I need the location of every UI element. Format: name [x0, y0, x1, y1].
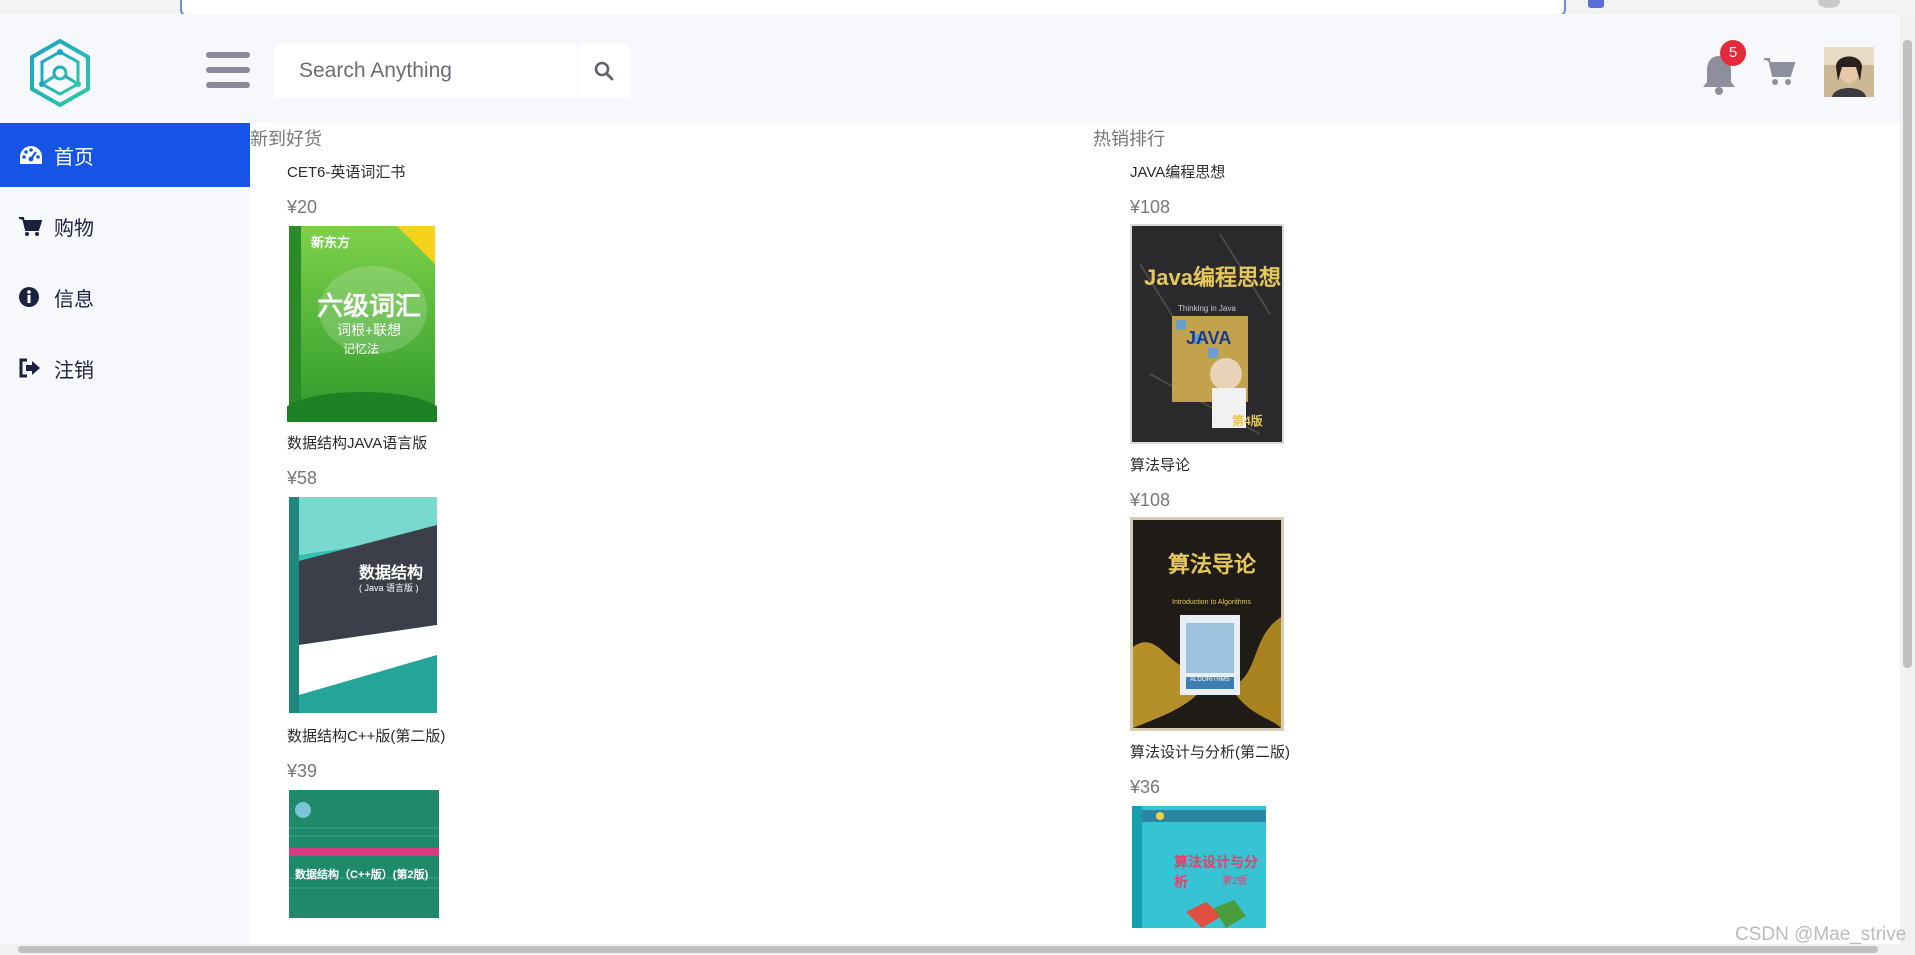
top-header: 5: [0, 14, 1900, 123]
hamburger-bar: [206, 82, 250, 88]
product-card: 算法设计与分析(第二版) ¥36 算法设计与分析 第2版: [1130, 741, 1883, 928]
extension-icon[interactable]: [1588, 0, 1604, 8]
sidebar-item-label: 注销: [54, 359, 94, 382]
cover-subtitle: Thinking in Java: [1178, 304, 1236, 313]
cart-icon: [19, 217, 42, 236]
cover-title: Java编程思想: [1144, 265, 1281, 290]
product-card: 算法导论 ¥108 算法导论 Introduction to Algorithm…: [1130, 454, 1883, 731]
product-name[interactable]: 算法导论: [1130, 454, 1883, 478]
logo-icon[interactable]: [28, 38, 92, 108]
sidebar-item-label: 首页: [54, 146, 94, 169]
product-name[interactable]: 算法设计与分析(第二版): [1130, 741, 1883, 765]
product-card: CET6-英语词汇书 ¥20 新东方 六级词汇 词根+联想 记忆法: [287, 161, 1080, 422]
sidebar-item-shopping[interactable]: 购物: [0, 194, 250, 258]
cover-edition: 第4版: [1232, 414, 1263, 428]
product-cover-image[interactable]: 数据结构（C++版）(第2版): [287, 788, 441, 918]
cover-subtitle: ALGORITHMS: [1190, 677, 1230, 683]
sign-out-icon: [19, 358, 40, 378]
user-avatar[interactable]: [1824, 47, 1874, 97]
scrollbar-thumb[interactable]: [1903, 40, 1912, 668]
cover-title: 数据结构: [359, 565, 424, 582]
section-title: 热销排行: [1093, 129, 1165, 149]
cover-subtitle: 第2版: [1222, 876, 1248, 887]
section-title: 新到好货: [250, 129, 322, 149]
sidebar-item-home[interactable]: 首页: [0, 123, 250, 187]
info-icon: [19, 287, 39, 307]
product-cover-image[interactable]: 算法设计与分析 第2版: [1130, 804, 1268, 928]
product-price: ¥20: [287, 197, 318, 217]
product-price: ¥36: [1130, 777, 1161, 797]
cover-title: 算法设计与分析: [1174, 854, 1258, 890]
search-box: [274, 44, 630, 98]
sidebar-item-info[interactable]: 信息: [0, 265, 250, 329]
hamburger-bar: [206, 52, 250, 58]
avatar-photo: [1824, 47, 1874, 97]
cover-title: 算法导论: [1168, 552, 1257, 577]
cover-title: 六级词汇: [317, 291, 422, 321]
menu-toggle-button[interactable]: [206, 52, 250, 94]
vertical-scrollbar[interactable]: [1900, 14, 1915, 944]
product-price: ¥58: [287, 468, 318, 488]
cover-subtitle: ( Java 语言版 ): [359, 583, 419, 593]
cover-subtitle: Introduction to Algorithms: [1172, 599, 1251, 606]
sidebar-item-label: 购物: [54, 217, 94, 240]
notification-badge: 5: [1720, 40, 1746, 66]
sidebar-item-label: 信息: [54, 288, 94, 311]
new-arrivals-section: 新到好货 CET6-英语词汇书 ¥20 新东方 六级词汇 词根+联想 记忆法 数…: [250, 123, 1080, 918]
profile-icon[interactable]: [1818, 0, 1840, 8]
horizontal-scrollbar[interactable]: [0, 944, 1915, 955]
search-icon: [594, 61, 614, 81]
product-card: JAVA编程思想 ¥108 Java编程思想 Thinking in Java …: [1130, 161, 1883, 444]
cart-icon[interactable]: [1762, 54, 1796, 88]
product-price: ¥108: [1130, 197, 1171, 217]
cover-brand: 新东方: [311, 235, 351, 250]
hamburger-bar: [206, 67, 250, 73]
product-cover-image[interactable]: 数据结构 ( Java 语言版 ): [287, 495, 439, 715]
product-name[interactable]: 数据结构C++版(第二版): [287, 725, 1080, 749]
product-card: 数据结构JAVA语言版 ¥58 数据结构 ( Java 语言版 ): [287, 432, 1080, 715]
sidebar: 首页 购物 信息 注销: [0, 123, 250, 955]
product-price: ¥108: [1130, 490, 1171, 510]
dashboard-icon: [20, 146, 42, 164]
product-name[interactable]: CET6-英语词汇书: [287, 161, 1080, 185]
cover-subtitle: 记忆法: [343, 342, 380, 356]
cover-subtitle: 词根+联想: [337, 322, 402, 338]
product-name[interactable]: JAVA编程思想: [1130, 161, 1883, 185]
product-card: 数据结构C++版(第二版) ¥39 数据结构（C++版）(第2版): [287, 725, 1080, 918]
best-sellers-section: 热销排行 JAVA编程思想 ¥108 Java编程思想 Thinking in …: [1093, 123, 1883, 928]
product-cover-image[interactable]: 新东方 六级词汇 词根+联想 记忆法: [287, 224, 437, 422]
search-input[interactable]: [274, 44, 578, 98]
scrollbar-thumb[interactable]: [18, 946, 1878, 953]
search-button[interactable]: [577, 44, 630, 98]
sidebar-item-logout[interactable]: 注销: [0, 336, 250, 400]
product-name[interactable]: 数据结构JAVA语言版: [287, 432, 1080, 456]
main-content: 新到好货 CET6-英语词汇书 ¥20 新东方 六级词汇 词根+联想 记忆法 数…: [250, 123, 1900, 945]
browser-toolbar: [0, 0, 1915, 16]
cover-subtitle: JAVA: [1186, 328, 1232, 348]
watermark: CSDN @Mae_strive: [1735, 924, 1907, 945]
cover-title: 数据结构（C++版）(第2版): [295, 869, 429, 881]
product-cover-image[interactable]: 算法导论 Introduction to Algorithms ALGORITH…: [1130, 517, 1284, 731]
product-price: ¥39: [287, 761, 318, 781]
product-cover-image[interactable]: Java编程思想 Thinking in Java JAVA 第4版: [1130, 224, 1284, 444]
